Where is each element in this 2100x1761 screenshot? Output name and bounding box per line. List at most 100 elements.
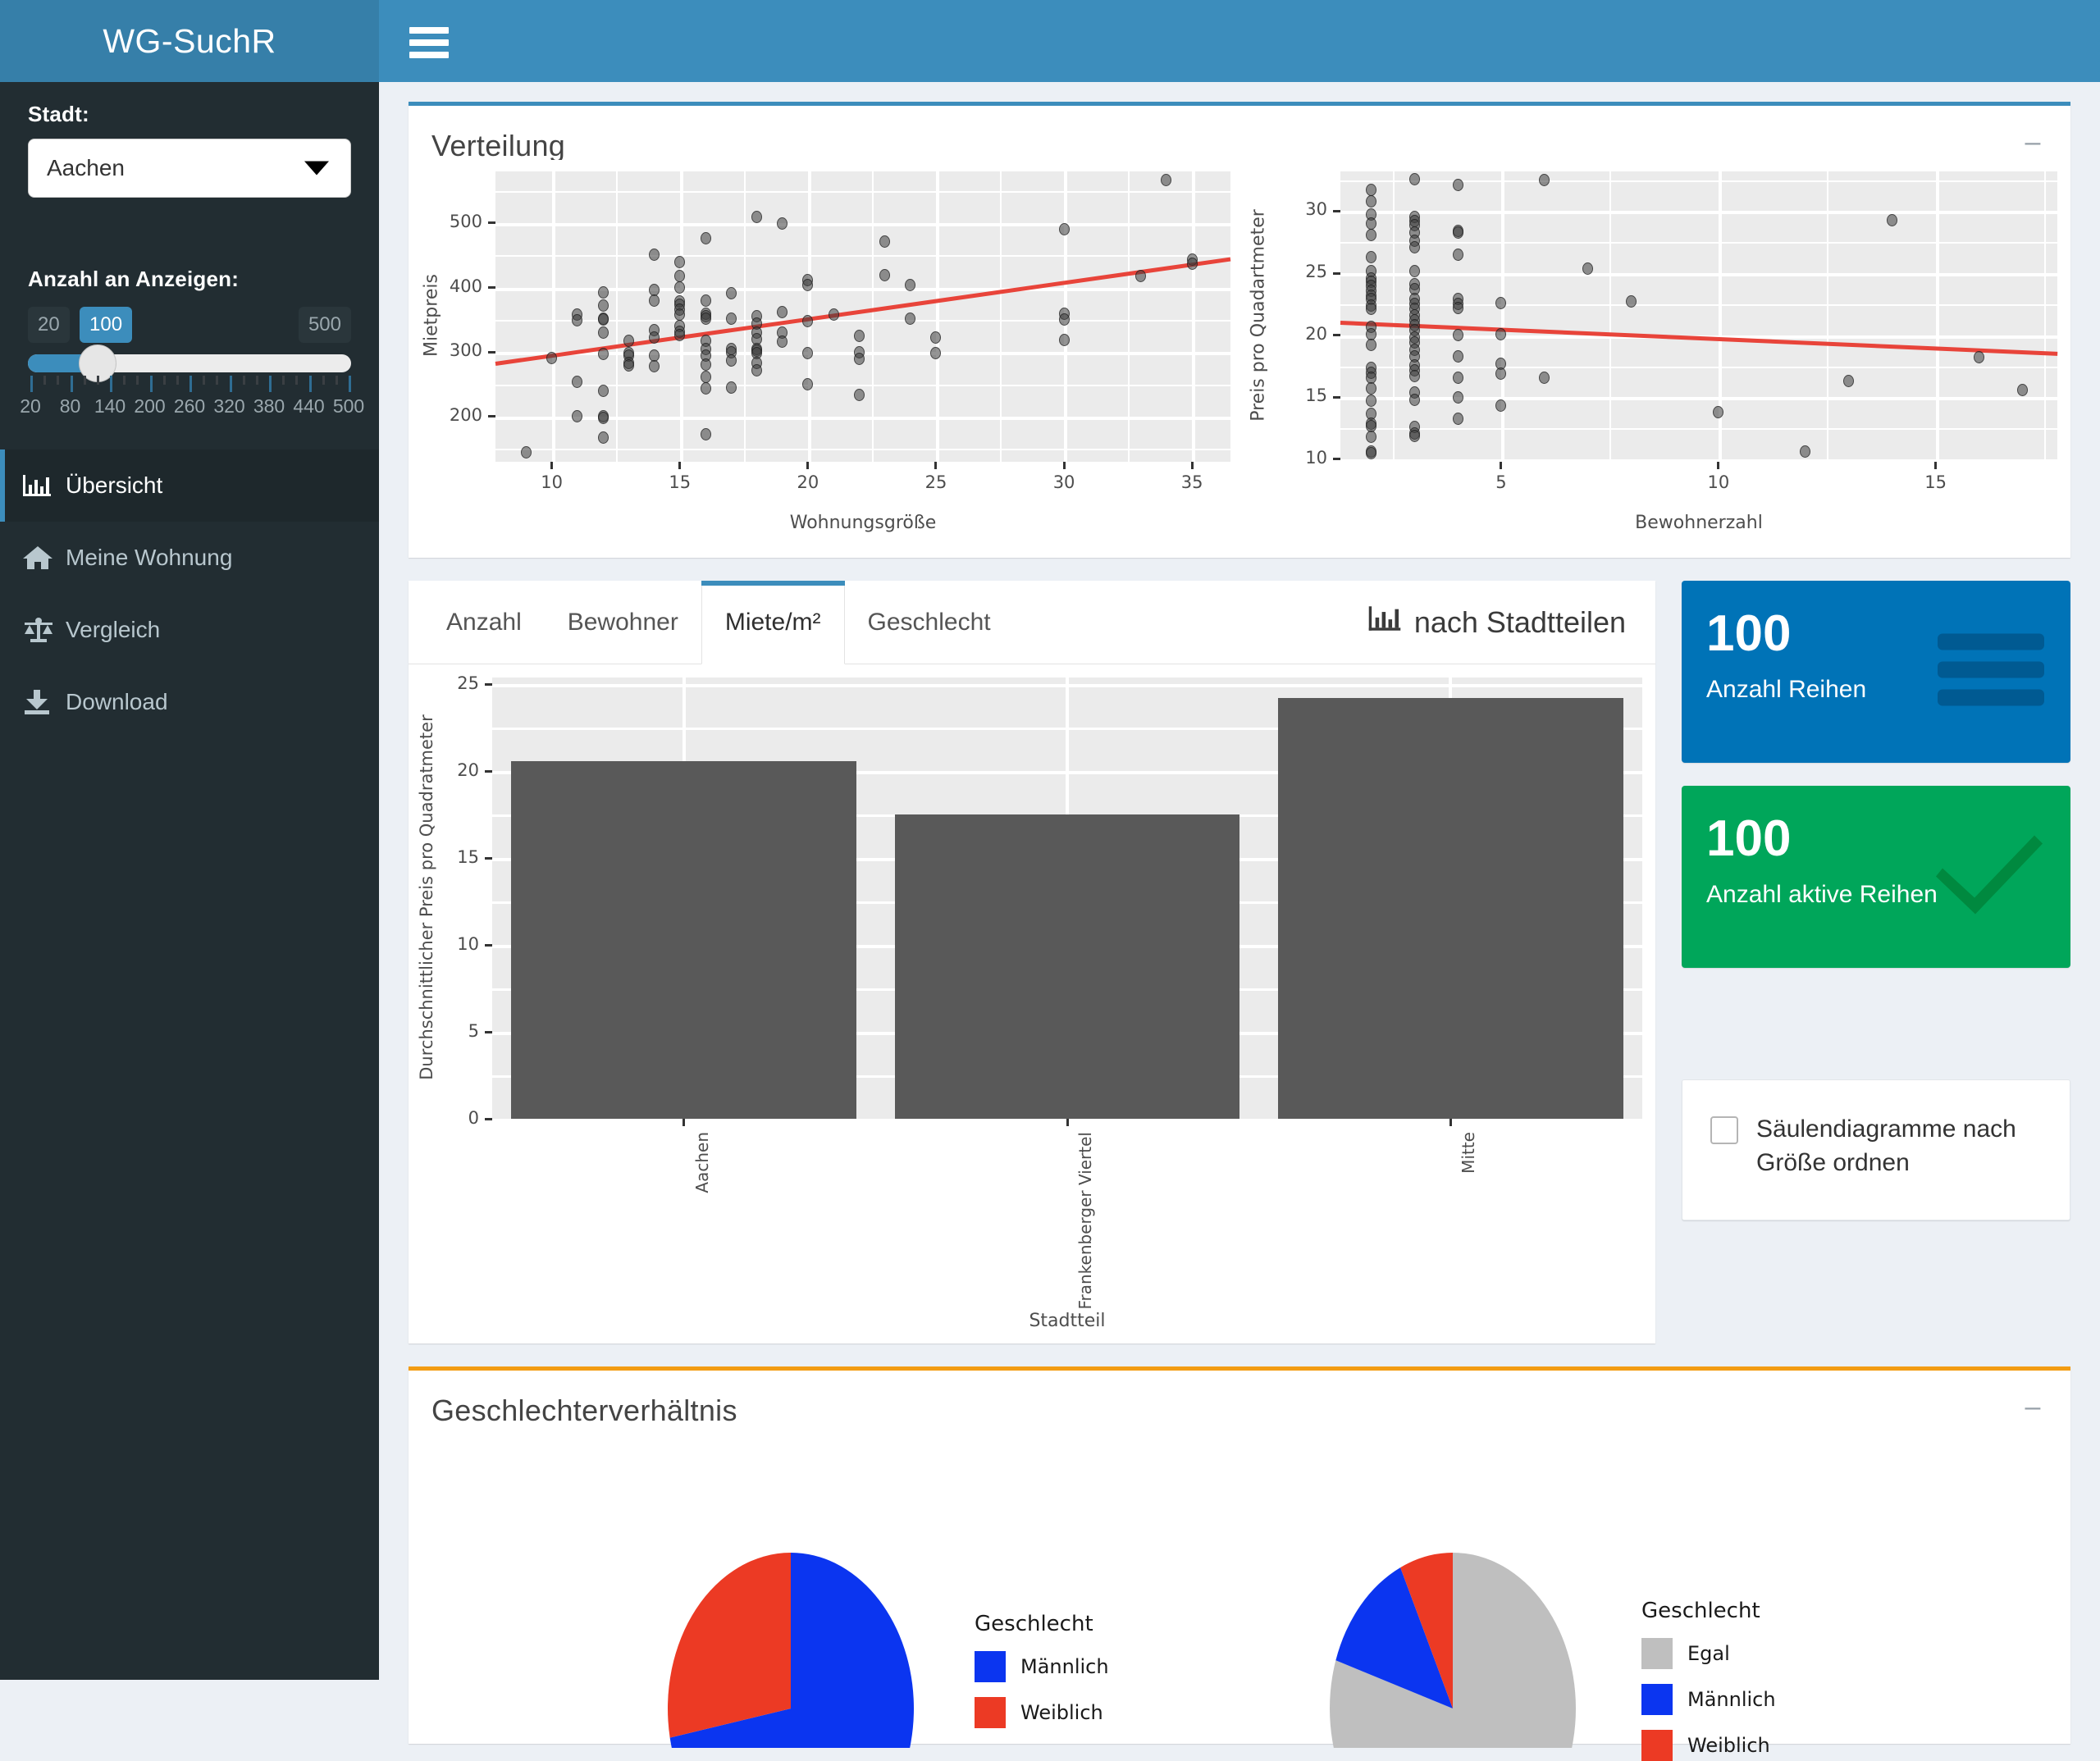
data-point — [1452, 179, 1463, 192]
slider-min-label: 20 — [28, 307, 70, 343]
x-tick-label: 15 — [1924, 472, 1947, 492]
data-point — [623, 358, 634, 372]
tab-bewohner[interactable]: Bewohner — [545, 581, 701, 664]
sidebar-item-meine-wohnung[interactable]: Meine Wohnung — [0, 522, 379, 594]
gridline-major — [1340, 397, 2057, 401]
bar — [511, 760, 856, 1119]
navbar-strip — [379, 0, 2100, 82]
gridline-major — [1500, 171, 1504, 462]
y-tickmark — [1333, 458, 1340, 461]
scatter-chart-preis-pro-qm: 10 15 20 25 30 5 10 15 Bewohnerzahl Preis pro Qua… — [1244, 160, 2070, 537]
x-tick-label: 10 — [1707, 472, 1730, 492]
listing-count-slider[interactable]: 20 100 500 20 80 140 200 260 320 380 440 500 — [20, 307, 364, 422]
collapse-verteilung-icon[interactable]: – — [2021, 128, 2044, 157]
tab-miete-m[interactable]: Miete/m² — [701, 581, 845, 664]
slider-tick — [269, 376, 272, 392]
slider-tick — [96, 376, 99, 385]
pie-legend-item: Männlich — [975, 1651, 1109, 1682]
tab-label: Bewohner — [567, 608, 678, 636]
data-point — [1452, 349, 1463, 363]
tab-anzahl[interactable]: Anzahl — [423, 581, 545, 664]
data-point — [1365, 446, 1376, 459]
data-point — [700, 428, 711, 441]
bar — [894, 814, 1240, 1119]
plot-panel — [1340, 171, 2057, 462]
gridline-minor — [2044, 171, 2047, 462]
slider-tick-labels: 20 80 140 200 260 320 380 440 500 — [20, 395, 364, 422]
slider-tick — [162, 376, 166, 385]
gridline-minor — [1340, 180, 2057, 182]
data-point — [700, 232, 711, 245]
data-point — [1452, 248, 1463, 261]
download-icon — [23, 689, 66, 715]
x-axis-label: Stadtteil — [1029, 1311, 1106, 1331]
data-point — [1365, 217, 1376, 230]
top-navbar: WG-SuchR — [0, 0, 2100, 82]
bar-chart-miete-pro-qm: 0 5 10 15 20 25 Aachen Frankenberger Viertel Mit… — [413, 671, 1650, 1339]
data-point — [1365, 303, 1376, 316]
check-icon — [1928, 829, 2049, 925]
slider-tick — [123, 376, 126, 385]
app-logo[interactable]: WG-SuchR — [0, 0, 379, 82]
y-tickmark — [485, 1117, 492, 1120]
slider-tick-label: 80 — [59, 395, 81, 417]
data-point — [853, 388, 865, 401]
gridline-minor — [1609, 171, 1612, 462]
verteilung-panel: Verteilung – 200 300 400 500 10 15 20 25 30 35 Woh… — [409, 102, 2070, 558]
data-point — [1408, 370, 1420, 383]
data-point — [828, 308, 839, 322]
slider-tick — [295, 376, 299, 385]
collapse-geschlecht-icon[interactable]: – — [2021, 1393, 2044, 1421]
verteilung-title: Verteilung — [431, 129, 566, 162]
y-tickmark — [488, 415, 495, 418]
data-point — [1365, 395, 1376, 408]
data-point — [1452, 301, 1463, 314]
city-select[interactable]: Aachen — [28, 139, 351, 198]
sidebar-item-label: Meine Wohnung — [66, 545, 233, 570]
sidebar-item-download[interactable]: Download — [0, 666, 379, 738]
stadtteile-panel: Anzahl Bewohner Miete/m² Geschlecht nach Sta… — [409, 581, 1655, 1344]
gridline-major — [935, 171, 939, 462]
sidebar-item-bersicht[interactable]: Übersicht — [0, 449, 379, 522]
tab-geschlecht[interactable]: Geschlecht — [845, 581, 1014, 664]
sort-bars-card: Säulendiagramme nach Größe ordnen — [1682, 1079, 2070, 1220]
data-point — [546, 351, 558, 364]
pie-legend-label: Egal — [1687, 1642, 1730, 1665]
data-point — [700, 381, 711, 395]
sort-bars-checkbox[interactable] — [1710, 1116, 1738, 1144]
y-axis-label: Mietpreis — [421, 274, 442, 357]
data-point — [1408, 393, 1420, 406]
pie-legend-swatch — [1641, 1730, 1673, 1761]
slider-tick-label: 20 — [20, 395, 41, 417]
data-point — [1058, 223, 1070, 236]
geschlecht-panel: Geschlechterverhältnis – Geschlecht Männl… — [409, 1366, 2070, 1761]
sidebar-item-vergleich[interactable]: Vergleich — [0, 594, 379, 666]
slider-tick — [335, 376, 338, 385]
pie-legend-label: Weiblich — [1687, 1734, 1770, 1757]
pie-legend-title: Geschlecht — [1641, 1599, 1760, 1623]
data-point — [1365, 339, 1376, 352]
data-point — [1058, 313, 1070, 326]
data-point — [597, 412, 609, 424]
city-select-value: Aachen — [47, 155, 125, 180]
slider-tick — [70, 376, 73, 392]
data-point — [725, 381, 737, 395]
data-point — [597, 431, 609, 445]
tabstrip: Anzahl Bewohner Miete/m² Geschlecht nach Sta… — [409, 581, 1655, 664]
pie-legend-item: Männlich — [1641, 1684, 1776, 1715]
sidebar-item-label: Download — [66, 689, 168, 714]
data-point — [1582, 262, 1594, 275]
data-point — [853, 330, 865, 343]
x-tick-label: 5 — [1495, 472, 1507, 492]
y-tickmark — [485, 1030, 492, 1033]
sidebar-toggle-icon[interactable] — [409, 27, 449, 58]
tab-label: Anzahl — [446, 608, 522, 636]
tab-label: Geschlecht — [867, 608, 991, 636]
gridline-major — [1340, 211, 2057, 215]
slider-max-label: 500 — [298, 307, 351, 343]
listing-count-label: Anzahl an Anzeigen: — [28, 267, 240, 291]
slider-tick — [255, 376, 258, 385]
scatter-chart-mietpreis: 200 300 400 500 10 15 20 25 30 35 Wohnungsgröße Mie… — [417, 160, 1244, 537]
sidebar-item-label: Übersicht — [66, 472, 163, 498]
slider-tick-label: 500 — [332, 395, 365, 417]
